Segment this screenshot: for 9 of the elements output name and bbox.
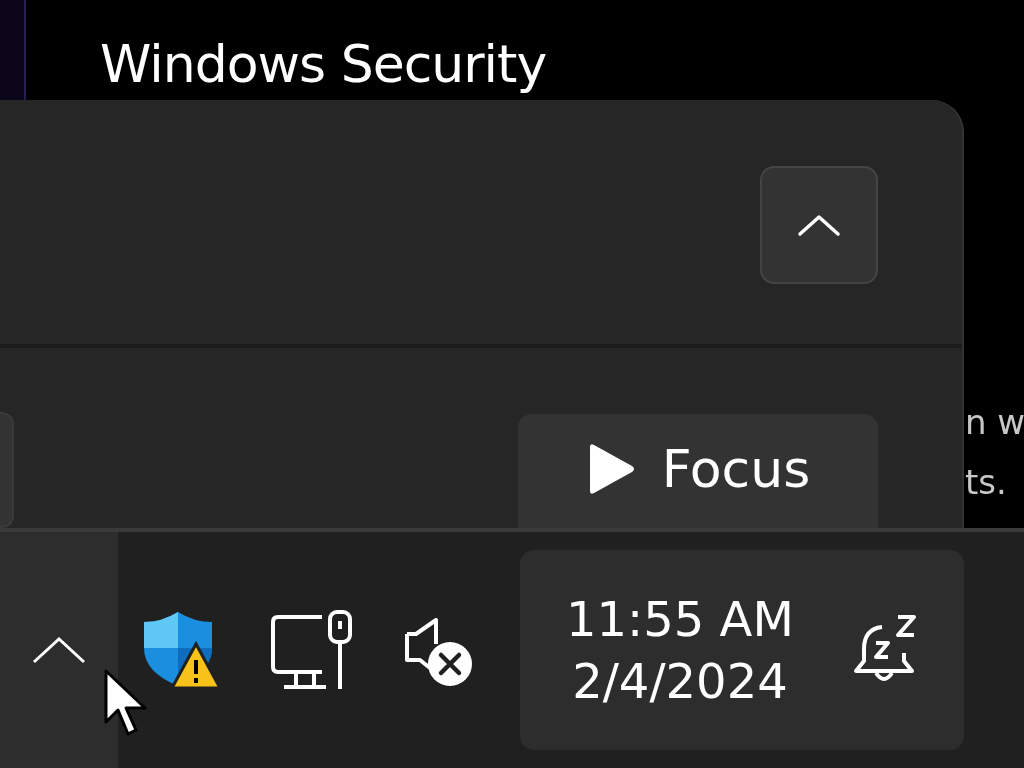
window-title: Windows Security [100,34,547,94]
body-text: ts. [965,461,1008,504]
body-text: n w [965,401,1024,444]
chevron-up-icon [31,635,87,665]
chevron-up-icon [797,213,841,237]
wired-network-icon[interactable] [270,609,354,691]
show-hidden-icons-button[interactable] [0,532,118,768]
focus-button[interactable]: Focus [518,414,878,528]
clock-button[interactable]: 11:55 AM 2/4/2024 [520,550,964,750]
